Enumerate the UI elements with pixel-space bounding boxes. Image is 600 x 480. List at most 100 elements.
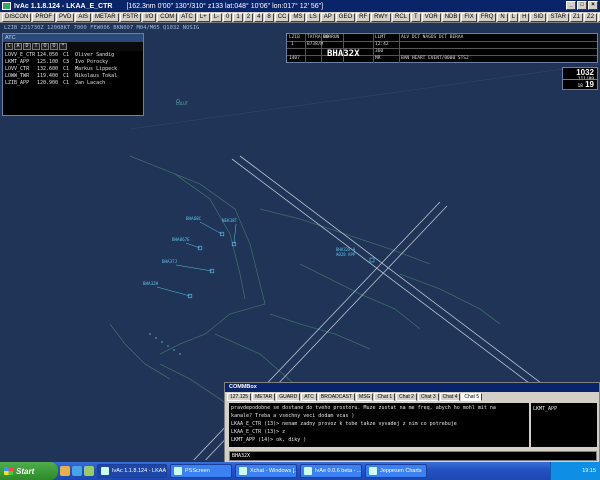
aircraft-label[interactable]: BHA067E [172, 237, 190, 242]
comms-tab-chat-1[interactable]: Chat 1 [374, 393, 396, 401]
taskbar-task[interactable]: IvAc 1.1.8.124 - LKAA... [97, 464, 167, 478]
toolbar-button-com[interactable]: COM [157, 12, 178, 22]
aircraft-target[interactable]: NEK38T [222, 218, 238, 247]
toolbar-button-8[interactable]: 8 [264, 12, 274, 22]
toolbar-button-ap[interactable]: AP [320, 12, 335, 22]
toolbar-button-i-o[interactable]: I/O [142, 12, 157, 22]
toolbar-button-rf[interactable]: RF [356, 12, 371, 22]
selected-aircraft-target[interactable]: BHA32X AA028 APP [336, 247, 375, 263]
strip-ades: LZIB [289, 35, 300, 40]
selected-aircraft-label[interactable]: A028 APP [336, 252, 356, 257]
chat-input[interactable]: BHA32X [229, 451, 597, 461]
toolbar-button-vor[interactable]: VOR [421, 12, 441, 22]
taskbar-task[interactable]: Jeppesen Charts [365, 464, 427, 478]
start-button[interactable]: Start [0, 462, 58, 480]
comms-tab-chat-5[interactable]: Chat 5 [461, 393, 483, 401]
toolbar-button-sid[interactable]: SID [530, 12, 547, 22]
aircraft-target[interactable]: BHA68C [186, 216, 225, 237]
atc-controller-row[interactable]: LOVV_E_CTR 124.050 C1 Oliver Sandig [5, 52, 141, 59]
atc-tab[interactable]: D [23, 43, 31, 50]
toolbar-button-fix[interactable]: FIX [461, 12, 477, 22]
aircraft-leader-line [199, 221, 223, 235]
aircraft-label[interactable]: NEK38T [222, 218, 238, 223]
atc-controller-row[interactable]: LZIB_APP 120.900 C1 Jan Lacach [5, 80, 141, 87]
close-button[interactable]: × [588, 1, 598, 10]
toolbar-button-prof[interactable]: PROF [32, 12, 56, 22]
toolbar-button-t[interactable]: T [411, 12, 421, 22]
strip-route-head: NORRUN [323, 35, 340, 40]
atc-tab[interactable]: O [50, 43, 58, 50]
toolbar-button-h[interactable]: H [519, 12, 530, 22]
aircraft-label[interactable]: BHA68C [186, 216, 202, 221]
toolbar-button-ls[interactable]: LS [306, 12, 320, 22]
comms-tab-guard[interactable]: GUARD [276, 393, 301, 401]
atc-tab[interactable]: O [41, 43, 49, 50]
flight-strip[interactable]: LZIB 1 1407 TATRA 00 B738/M NORRUN BHA32… [286, 33, 598, 63]
comms-tab-chat-4[interactable]: Chat 4 [439, 393, 461, 401]
quicklaunch-folder-icon[interactable] [60, 466, 70, 476]
window-title: IvAc 1.1.8.124 - LKAA_E_CTR [14, 2, 113, 10]
task-label: Xchat - Windows [...] [250, 468, 297, 474]
toolbar-button-2[interactable]: 2 [243, 12, 254, 22]
toolbar-button-ndb[interactable]: NDB [441, 12, 461, 22]
toolbar-button-metar[interactable]: METAR [92, 12, 119, 22]
taskbar-task[interactable]: IvAe 0.0.6 beta - ... [300, 464, 362, 478]
taskbar-task[interactable]: Xchat - Windows [...] [235, 464, 297, 478]
comms-tab-127-125[interactable]: 127.125 [227, 393, 252, 401]
toolbar-button-star[interactable]: STAR [547, 12, 570, 22]
task-app-icon [304, 467, 312, 475]
toolbar-button-l[interactable]: L+ [196, 12, 210, 22]
aircraft-label[interactable]: BHA32H [143, 281, 159, 286]
comms-tab-broadcast[interactable]: BROADCAST [317, 393, 356, 401]
wind-display: 18 19 [562, 79, 598, 90]
quicklaunch-browser-icon[interactable] [72, 466, 82, 476]
aircraft-target[interactable]: BHA37J [162, 259, 215, 274]
toolbar-button-n[interactable]: N [497, 12, 508, 22]
aircraft-targets[interactable]: BHA68C NEK38T BHA067E BHA37J BHA32H BHA32X AA… [143, 216, 375, 355]
history-dot [155, 337, 157, 339]
quicklaunch-app-icon[interactable] [84, 466, 94, 476]
toolbar-button-rcl[interactable]: RCL [392, 12, 411, 22]
atc-tab[interactable]: T [32, 43, 40, 50]
toolbar-button-discon[interactable]: DISCON [2, 12, 32, 22]
chat-message: LKMT_APP (14)> ok, diky ) [231, 437, 307, 443]
minimize-button[interactable]: _ [566, 1, 576, 10]
toolbar-button-1[interactable]: 1 [233, 12, 243, 22]
toolbar-button-rwy[interactable]: RWY [371, 12, 392, 22]
taskbar: Start IvAc 1.1.8.124 - LKAA... PSScreen Xc… [0, 462, 600, 480]
taskbar-task[interactable]: PSScreen [170, 464, 232, 478]
toolbar-button-ais[interactable]: AIS [75, 12, 92, 22]
atc-controller-row[interactable]: LKMT_APP 125.100 C3 Ivo Porocky [5, 59, 141, 66]
toolbar-button-geo[interactable]: GEO [335, 12, 356, 22]
toolbar-button-frq[interactable]: FRQ [477, 12, 497, 22]
atc-freq: 120.900 [37, 80, 59, 86]
atc-tab[interactable]: C [5, 43, 13, 50]
toolbar-button-ms[interactable]: MS [290, 12, 306, 22]
toolbar-button-l[interactable]: L [508, 12, 519, 22]
comms-tab-msg[interactable]: MSG [356, 393, 374, 401]
comms-tab-chat-3[interactable]: Chat 3 [417, 393, 439, 401]
chat-user[interactable]: LKMT_APP [533, 405, 595, 413]
strip-route-tail: LLMT [375, 35, 386, 40]
aircraft-target[interactable]: BHA067E [172, 237, 203, 251]
toolbar-button-atc[interactable]: ATC [178, 12, 196, 22]
comms-tab-atc[interactable]: ATC [301, 393, 317, 401]
comms-tab-chat-2[interactable]: Chat 2 [396, 393, 417, 401]
atc-controller-row[interactable]: LOWW_TWR 119.400 C1 Nikolaus Tokal [5, 73, 141, 80]
toolbar-button-cc[interactable]: CC [274, 12, 290, 22]
atc-tab[interactable]: * [59, 43, 67, 50]
toolbar-button-pvd[interactable]: PVD [56, 12, 75, 22]
atc-rating: C1 [63, 66, 70, 72]
atc-tab[interactable]: A [14, 43, 22, 50]
toolbar-button-4[interactable]: 4 [254, 12, 264, 22]
toolbar-button-z1[interactable]: Z1 [570, 12, 584, 22]
toolbar-button-l[interactable]: L- [210, 12, 223, 22]
atc-controller-row[interactable]: LOVV_CTR 132.600 C1 Markus Lippeck [5, 66, 141, 73]
toolbar-button-z2[interactable]: Z2 [584, 12, 598, 22]
comms-tab-metar[interactable]: METAR [252, 393, 276, 401]
maximize-button[interactable]: □ [577, 1, 587, 10]
toolbar-button-fstr[interactable]: FSTR [119, 12, 142, 22]
toolbar-button-0[interactable]: 0 [223, 12, 233, 22]
aircraft-target[interactable]: BHA32H [143, 281, 193, 299]
aircraft-label[interactable]: BHA37J [162, 259, 177, 264]
